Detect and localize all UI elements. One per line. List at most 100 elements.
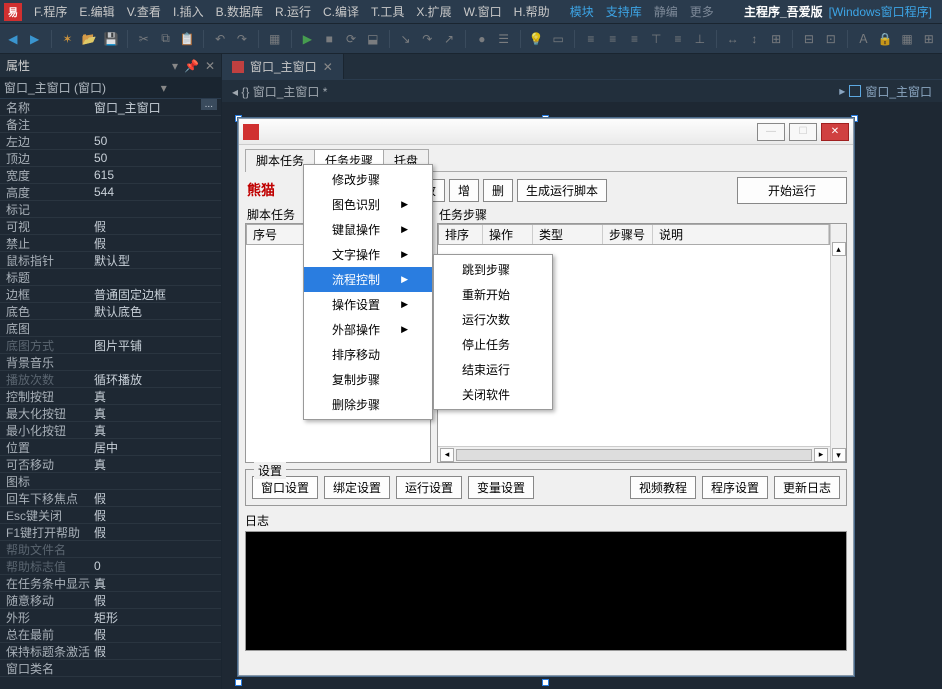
same-height-icon[interactable]: ↕ [746, 30, 764, 48]
property-row[interactable]: 标题 [0, 269, 221, 286]
centerh-icon[interactable]: ⊟ [800, 30, 818, 48]
context-menu-item[interactable]: 排序移动 [304, 342, 432, 367]
context-menu-item[interactable]: 运行次数 [434, 307, 552, 332]
property-row[interactable]: 顶边50 [0, 150, 221, 167]
property-value[interactable]: 真 [90, 405, 221, 422]
property-value[interactable]: 窗口_主窗口... [90, 99, 221, 116]
property-row[interactable]: 可否移动真 [0, 456, 221, 473]
var-settings-button[interactable]: 变量设置 [468, 476, 534, 499]
scroll-thumb[interactable] [456, 449, 812, 461]
property-value[interactable]: 假 [90, 524, 221, 541]
paste-icon[interactable]: 📋 [178, 30, 196, 48]
menu-view[interactable]: V.查看 [121, 3, 167, 20]
bookmark-icon[interactable]: ☰ [495, 30, 513, 48]
property-row[interactable]: 播放次数循环播放 [0, 371, 221, 388]
save-icon[interactable]: 💾 [102, 30, 120, 48]
context-menu-item[interactable]: 文字操作▶ [304, 242, 432, 267]
context-menu-item[interactable]: 重新开始 [434, 282, 552, 307]
property-value[interactable]: 假 [90, 235, 221, 252]
menu-run[interactable]: R.运行 [269, 3, 317, 20]
menu-window[interactable]: W.窗口 [458, 3, 508, 20]
chevron-left-icon[interactable]: ◂ [232, 85, 238, 99]
pause-icon[interactable]: ⟳ [342, 30, 360, 48]
property-value[interactable]: 50 [90, 151, 221, 165]
build-icon[interactable]: ⬓ [364, 30, 382, 48]
property-value[interactable]: 假 [90, 490, 221, 507]
property-row[interactable]: 禁止假 [0, 235, 221, 252]
menu-compile[interactable]: C.编译 [317, 3, 365, 20]
property-value[interactable]: 图片平铺 [90, 337, 221, 354]
property-row[interactable]: 回车下移焦点假 [0, 490, 221, 507]
property-row[interactable]: 名称窗口_主窗口... [0, 99, 221, 116]
run-icon[interactable]: ▶ [299, 30, 317, 48]
menu-insert[interactable]: I.插入 [167, 3, 210, 20]
context-menu-item[interactable]: 关闭软件 [434, 382, 552, 407]
property-row[interactable]: Esc键关闭假 [0, 507, 221, 524]
close-button[interactable]: ✕ [821, 123, 849, 141]
breadcrumb-right[interactable]: 窗口_主窗口 [865, 83, 932, 100]
menu-staticcompile[interactable]: 静编 [648, 3, 684, 20]
property-value[interactable]: 真 [90, 456, 221, 473]
step-out-icon[interactable]: ↗ [440, 30, 458, 48]
bind-settings-button[interactable]: 绑定设置 [324, 476, 390, 499]
delete-button[interactable]: 删 [483, 179, 513, 202]
v-scrollbar[interactable]: ▴ ▾ [830, 224, 846, 462]
menu-file[interactable]: F.程序 [28, 3, 73, 20]
property-row[interactable]: 图标 [0, 473, 221, 490]
property-row[interactable]: 鼠标指针默认型 [0, 252, 221, 269]
align-middle-icon[interactable]: ≡ [669, 30, 687, 48]
context-menu-item[interactable]: 键鼠操作▶ [304, 217, 432, 242]
minimize-button[interactable]: — [757, 123, 785, 141]
property-row[interactable]: 宽度615 [0, 167, 221, 184]
align-bottom-icon[interactable]: ⊥ [691, 30, 709, 48]
chevron-right-icon[interactable]: ▸ [839, 84, 845, 98]
log-output[interactable] [245, 531, 847, 651]
property-value[interactable]: 假 [90, 507, 221, 524]
maximize-button[interactable]: ☐ [789, 123, 817, 141]
align-left-icon[interactable]: ≡ [582, 30, 600, 48]
tab-main-window[interactable]: 窗口_主窗口 ✕ [222, 54, 344, 79]
property-value[interactable]: 循环播放 [90, 371, 221, 388]
close-panel-icon[interactable]: ✕ [205, 59, 215, 73]
property-value[interactable]: 615 [90, 168, 221, 182]
property-row[interactable]: 最大化按钮真 [0, 405, 221, 422]
property-row[interactable]: 在任务条中显示真 [0, 575, 221, 592]
property-row[interactable]: 保持标题条激活假 [0, 643, 221, 660]
property-value[interactable]: 真 [90, 422, 221, 439]
scroll-left-icon[interactable]: ◂ [440, 448, 454, 462]
compile-icon[interactable]: ▦ [266, 30, 284, 48]
forward-icon[interactable]: ▶ [26, 30, 44, 48]
property-row[interactable]: 标记 [0, 201, 221, 218]
add-button[interactable]: 增 [449, 179, 479, 202]
new-icon[interactable]: ✶ [59, 30, 77, 48]
undo-icon[interactable]: ↶ [211, 30, 229, 48]
centerv-icon[interactable]: ⊡ [822, 30, 840, 48]
property-row[interactable]: 帮助标志值0 [0, 558, 221, 575]
window-settings-button[interactable]: 窗口设置 [252, 476, 318, 499]
menu-edit[interactable]: E.编辑 [73, 3, 120, 20]
run-settings-button[interactable]: 运行设置 [396, 476, 462, 499]
property-grid[interactable]: 名称窗口_主窗口...备注左边50顶边50宽度615高度544标记可视假禁止假鼠… [0, 99, 221, 689]
same-width-icon[interactable]: ↔ [724, 30, 742, 48]
hint-icon[interactable]: 💡 [528, 30, 546, 48]
context-menu-item[interactable]: 跳到步骤 [434, 257, 552, 282]
start-run-button[interactable]: 开始运行 [737, 177, 847, 204]
tab-close-icon[interactable]: ✕ [323, 60, 333, 74]
context-menu-item[interactable]: 停止任务 [434, 332, 552, 357]
property-row[interactable]: 帮助文件名 [0, 541, 221, 558]
breakpoint-icon[interactable]: ● [473, 30, 491, 48]
menu-db[interactable]: B.数据库 [210, 3, 269, 20]
context-menu-item[interactable]: 流程控制▶ [304, 267, 432, 292]
generate-script-button[interactable]: 生成运行脚本 [517, 179, 607, 202]
context-menu-item[interactable]: 操作设置▶ [304, 292, 432, 317]
property-row[interactable]: 最小化按钮真 [0, 422, 221, 439]
property-value[interactable]: 默认底色 [90, 303, 221, 320]
pin-icon[interactable]: 📌 [184, 59, 199, 73]
property-value[interactable]: 矩形 [90, 609, 221, 626]
property-value[interactable]: 默认型 [90, 252, 221, 269]
module-icon[interactable]: ▭ [549, 30, 567, 48]
property-value[interactable]: 544 [90, 185, 221, 199]
lock-icon[interactable]: 🔒 [876, 30, 894, 48]
step-into-icon[interactable]: ↘ [397, 30, 415, 48]
step-over-icon[interactable]: ↷ [418, 30, 436, 48]
